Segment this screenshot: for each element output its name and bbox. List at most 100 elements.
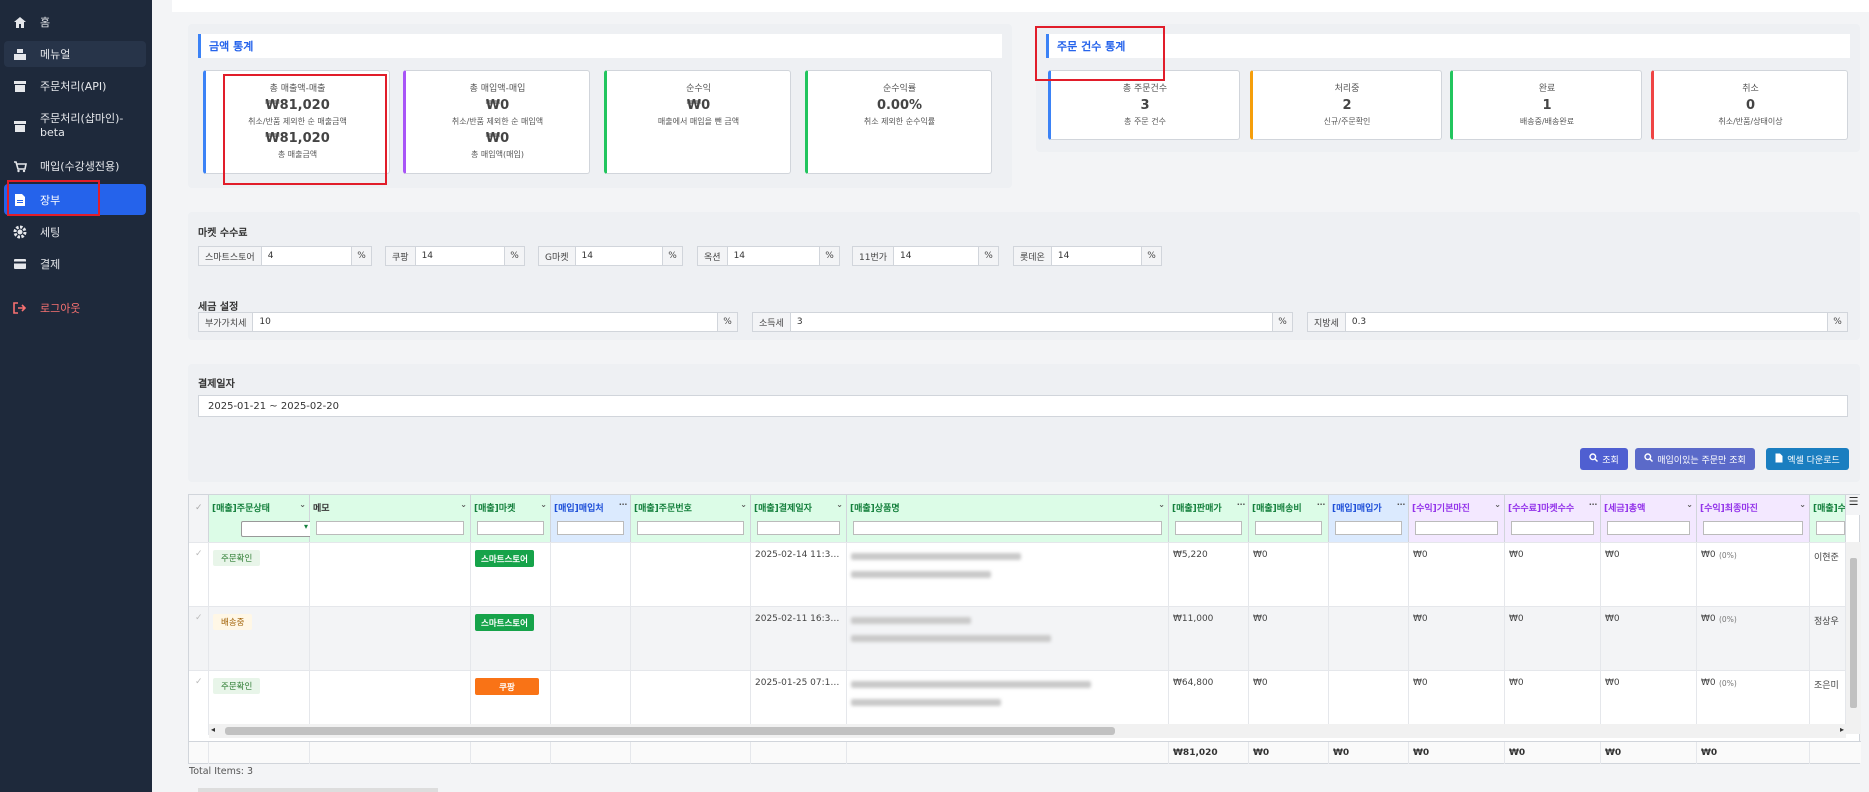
vertical-scrollbar[interactable] bbox=[1846, 542, 1861, 734]
market-filter-input[interactable] bbox=[477, 521, 544, 535]
row-checkbox[interactable]: ✓ bbox=[189, 543, 209, 607]
basic-margin-cell: ₩0 bbox=[1409, 543, 1505, 607]
col-header-market-fee[interactable]: [수수료]마켓수수 ⋯ bbox=[1505, 495, 1601, 542]
sidebar-item-label: 주문처리(API) bbox=[40, 80, 107, 93]
card-value2: ₩0 bbox=[485, 131, 510, 146]
fee-input[interactable]: 14 bbox=[894, 247, 978, 265]
fee-input[interactable]: 14 bbox=[576, 247, 662, 265]
sidebar-item-logout[interactable]: 로그아웃 bbox=[4, 296, 146, 320]
market-fee-cell: ₩0 bbox=[1505, 607, 1601, 671]
final-margin-filter-input[interactable] bbox=[1703, 521, 1803, 535]
sidebar-item-order-shopmine[interactable]: 주문처리(샵마인)-beta bbox=[4, 108, 146, 144]
col-header-purchase-price[interactable]: [매입]매입가 ⋯ bbox=[1329, 495, 1409, 542]
col-header-buyer[interactable]: [매출]수 bbox=[1810, 495, 1846, 542]
col-header-price[interactable]: [매출]판매가 ⋯ bbox=[1169, 495, 1249, 542]
manual-icon bbox=[12, 47, 28, 61]
fee-input[interactable]: 14 bbox=[1052, 247, 1141, 265]
stat-card-complete: 완료 1 배송중/배송완료 bbox=[1450, 70, 1642, 140]
fee-input[interactable]: 4 bbox=[262, 247, 351, 265]
card-value: 1 bbox=[1542, 98, 1552, 113]
stat-card-net-profit: 순수익 ₩0 매출에서 매입을 뺀 금액 bbox=[604, 70, 791, 174]
product-cell bbox=[847, 543, 1169, 607]
total-final-margin: ₩0 bbox=[1697, 742, 1810, 764]
chevron-down-icon: ⌄ bbox=[1686, 500, 1693, 509]
stat-card-profit-rate: 순수익률 0.00% 취소 제외한 순수익률 bbox=[805, 70, 992, 174]
chevron-down-icon: ⌄ bbox=[1158, 500, 1165, 509]
card-label: 순수익률 bbox=[882, 84, 917, 94]
sidebar-item-label: 주문처리(샵마인)-beta bbox=[40, 112, 124, 139]
market-fees-title: 마켓 수수료 bbox=[198, 228, 248, 239]
chevron-down-icon: ⌄ bbox=[740, 500, 747, 509]
sidebar-item-purchase[interactable]: 매입(수강생전용) bbox=[4, 154, 146, 178]
search-button[interactable]: 조회 bbox=[1580, 448, 1628, 470]
purchase-price-cell bbox=[1329, 607, 1409, 671]
supplier-filter-input[interactable] bbox=[557, 521, 624, 535]
tax-input[interactable]: 0.3 bbox=[1346, 313, 1827, 331]
col-header-final-margin[interactable]: [수익]최종마진 ⌄ bbox=[1697, 495, 1810, 542]
table-row[interactable]: ✓ 배송중 스마트스토어 2025-02-11 16:3… ₩11,000 ₩0… bbox=[189, 606, 1861, 671]
col-header-shipping[interactable]: [매출]배송비 ⋯ bbox=[1249, 495, 1329, 542]
col-header-tax-total[interactable]: [세금]총액 ⌄ bbox=[1601, 495, 1697, 542]
date-range-input[interactable]: 2025-01-21 ~ 2025-02-20 bbox=[198, 395, 1848, 417]
market-badge: 스마트스토어 bbox=[475, 550, 534, 567]
final-margin-cell: ₩0 (0%) bbox=[1697, 607, 1810, 671]
product-filter-input[interactable] bbox=[853, 521, 1162, 535]
col-header-order-status[interactable]: [매출]주문상태 ⌄ ▾ bbox=[209, 495, 313, 542]
status-cell: 주문확인 bbox=[209, 543, 310, 607]
price-filter-input[interactable] bbox=[1175, 521, 1242, 535]
pay-date-filter-input[interactable] bbox=[757, 521, 840, 535]
sidebar-item-settings[interactable]: 세팅 bbox=[4, 220, 146, 244]
chevron-down-icon: ⌄ bbox=[836, 500, 843, 509]
col-header-memo[interactable]: 메모 ⌄ bbox=[310, 495, 471, 542]
card-sub: 매출에서 매입을 뺀 금액 bbox=[657, 117, 740, 126]
market-cell: 스마트스토어 bbox=[471, 607, 551, 671]
scrollbar-thumb[interactable] bbox=[225, 727, 1115, 735]
purchase-only-search-button[interactable]: 매입이있는 주문만 조회 bbox=[1635, 448, 1755, 470]
sidebar-item-home[interactable]: 홈 bbox=[4, 10, 146, 34]
col-header-product[interactable]: [매출]상품명 ⌄ bbox=[847, 495, 1169, 542]
order-no-cell bbox=[631, 607, 751, 671]
fee-input[interactable]: 14 bbox=[416, 247, 504, 265]
fee-input[interactable]: 14 bbox=[728, 247, 819, 265]
memo-cell[interactable] bbox=[310, 543, 471, 607]
select-all-checkbox[interactable]: ✓ bbox=[189, 495, 209, 542]
order-no-filter-input[interactable] bbox=[637, 521, 744, 535]
sidebar-item-payment[interactable]: 결제 bbox=[4, 252, 146, 276]
status-filter-select[interactable]: ▾ bbox=[241, 521, 313, 537]
excel-download-button[interactable]: 엑셀 다운로드 bbox=[1766, 448, 1849, 470]
scrollbar-thumb[interactable] bbox=[1850, 558, 1857, 708]
sidebar-item-ledger[interactable]: 장부 bbox=[4, 184, 146, 215]
purchase-price-cell bbox=[1329, 543, 1409, 607]
tax-unit: % bbox=[1272, 313, 1292, 331]
row-checkbox[interactable]: ✓ bbox=[189, 607, 209, 671]
col-header-basic-margin[interactable]: [수익]기본마진 ⌄ bbox=[1409, 495, 1505, 542]
market-fee-filter-input[interactable] bbox=[1511, 521, 1594, 535]
buyer-filter-input[interactable] bbox=[1816, 521, 1845, 535]
tax-total-filter-input[interactable] bbox=[1607, 521, 1690, 535]
horizontal-scrollbar[interactable]: ◂ ▸ bbox=[209, 724, 1846, 738]
purchase-price-filter-input[interactable] bbox=[1335, 521, 1402, 535]
search-icon bbox=[1589, 453, 1599, 465]
basic-margin-filter-input[interactable] bbox=[1415, 521, 1498, 535]
total-basic-margin: ₩0 bbox=[1409, 742, 1505, 764]
memo-filter-input[interactable] bbox=[316, 521, 464, 535]
scroll-right-icon[interactable]: ▸ bbox=[1840, 725, 1844, 734]
chevron-down-icon: ⋯ bbox=[619, 500, 627, 509]
col-header-order-no[interactable]: [매출]주문번호 ⌄ bbox=[631, 495, 751, 542]
memo-cell[interactable] bbox=[310, 607, 471, 671]
sidebar-item-manual[interactable]: 메뉴얼 bbox=[4, 41, 146, 67]
tax-input[interactable]: 10 bbox=[253, 313, 717, 331]
total-shipping: ₩0 bbox=[1249, 742, 1329, 764]
file-icon bbox=[12, 193, 28, 207]
row-checkbox[interactable]: ✓ bbox=[189, 671, 209, 735]
col-header-pay-date[interactable]: [매출]결제일자 ⌄ bbox=[751, 495, 847, 542]
col-header-market[interactable]: [매출]마켓 ⌄ bbox=[471, 495, 551, 542]
col-header-supplier[interactable]: [매입]매입처 ⋯ bbox=[551, 495, 631, 542]
tax-input[interactable]: 3 bbox=[791, 313, 1272, 331]
column-menu-icon[interactable]: ☰ bbox=[1846, 495, 1861, 515]
shipping-filter-input[interactable] bbox=[1255, 521, 1322, 535]
sidebar-item-order-api[interactable]: 주문처리(API) bbox=[4, 74, 146, 98]
table-row[interactable]: ✓ 주문확인 스마트스토어 2025-02-14 11:3… ₩5,220 ₩0… bbox=[189, 542, 1861, 607]
fee-unit: % bbox=[504, 247, 524, 265]
scroll-left-icon[interactable]: ◂ bbox=[211, 725, 215, 734]
